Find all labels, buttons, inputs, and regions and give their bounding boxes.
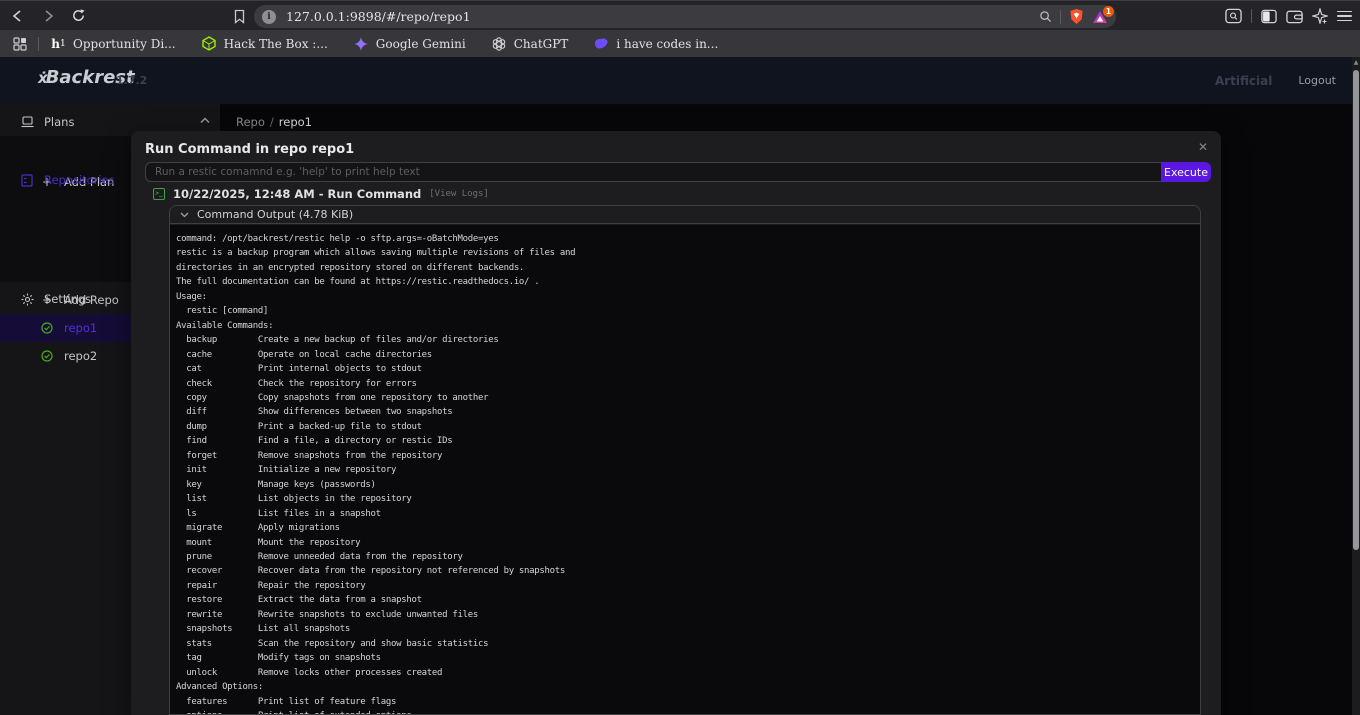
sidebar-search-icon[interactable] (1225, 8, 1242, 24)
url-text[interactable]: 127.0.0.1:9898/#/repo/repo1 (286, 9, 1039, 24)
command-input[interactable] (145, 162, 1161, 182)
wallet-icon[interactable] (1286, 9, 1303, 24)
bookmarks-bar: h1 Opportunity Di... Hack The Box :... G… (0, 30, 1360, 57)
laptop-icon (20, 116, 34, 128)
repo2-label: repo2 (64, 349, 97, 363)
command-output-body[interactable]: command: /opt/backrest/restic help -o sf… (170, 225, 1200, 714)
breadcrumb-section[interactable]: Repo (236, 115, 265, 129)
divider (1060, 10, 1061, 24)
hackerone-icon: h1 (51, 36, 66, 51)
bookmark-label: Hack The Box :... (224, 37, 328, 51)
settings-label: Settings (44, 292, 91, 306)
bookmark-gemini[interactable]: Google Gemini (354, 36, 466, 51)
divider (38, 37, 39, 51)
check-circle-icon (40, 350, 54, 362)
command-output-header[interactable]: Command Output (4.78 KiB) (170, 206, 1200, 224)
divider (1251, 9, 1252, 23)
terminal-icon: >_ (153, 188, 165, 200)
gemini-star-icon (354, 36, 369, 51)
address-bar[interactable]: i 127.0.0.1:9898/#/repo/repo1 1 (254, 5, 1116, 28)
command-output-text: command: /opt/backrest/restic help -o sf… (170, 225, 1200, 715)
username-label: Artificial (1215, 74, 1272, 88)
bookmark-chatgpt[interactable]: ChatGPT (492, 36, 569, 51)
command-output-panel: Command Output (4.78 KiB) command: /opt/… (169, 205, 1201, 715)
split-view-icon[interactable] (1261, 9, 1277, 24)
reload-button[interactable] (66, 4, 90, 28)
browser-toolbar: i 127.0.0.1:9898/#/repo/repo1 1 (0, 0, 1360, 30)
modal-title: Run Command in repo repo1 (145, 142, 354, 157)
backrest-header: ẋBackrest 1.7.2 Artificial Logout (0, 57, 1360, 104)
scrollbar-thumb[interactable] (1353, 70, 1359, 550)
scroll-up-arrow[interactable]: ▲ (1352, 59, 1360, 66)
view-logs-link[interactable]: [View Logs] (429, 189, 489, 199)
bookmark-opportunity[interactable]: h1 Opportunity Di... (51, 36, 176, 51)
chevron-up-icon[interactable] (200, 117, 210, 124)
search-icon[interactable] (1039, 10, 1052, 23)
forward-icon (41, 9, 55, 23)
operation-title: 10/22/2025, 12:48 AM - Run Command (173, 187, 421, 201)
check-circle-icon (40, 322, 54, 334)
site-info-icon[interactable]: i (262, 10, 276, 24)
bookmark-label: Opportunity Di... (73, 37, 176, 51)
bookmark-hackthebox[interactable]: Hack The Box :... (202, 36, 328, 51)
logout-link[interactable]: Logout (1298, 74, 1336, 87)
bookmark-label: ChatGPT (514, 37, 569, 51)
page-scrollbar[interactable]: ▲ (1352, 57, 1360, 715)
openai-knot-icon (492, 36, 507, 51)
back-icon (11, 9, 25, 23)
output-header-label: Command Output (4.78 KiB) (197, 208, 353, 221)
operation-log-row: >_ 10/22/2025, 12:48 AM - Run Command [V… (153, 186, 489, 202)
chevron-down-icon (180, 212, 189, 218)
bookmark-this-page-button[interactable] (228, 5, 250, 27)
brave-rewards-button[interactable]: 1 (1092, 10, 1108, 24)
tab-groups-button[interactable] (8, 32, 32, 56)
grid-icon (13, 37, 27, 51)
gear-icon (20, 293, 34, 306)
deepseek-whale-icon (594, 36, 609, 51)
hackthebox-cube-icon (202, 36, 217, 51)
run-command-modal: Run Command in repo repo1 ✕ Execute >_ 1… (131, 131, 1221, 715)
repositories-label: Repositories (44, 173, 115, 187)
leo-ai-sparkle-icon[interactable] (1312, 8, 1328, 24)
breadcrumb-current: repo1 (279, 115, 312, 129)
back-button[interactable] (6, 4, 30, 28)
execute-button[interactable]: Execute (1161, 162, 1211, 182)
reload-icon (71, 8, 86, 23)
breadcrumb: Repo/repo1 (236, 115, 312, 129)
close-icon[interactable]: ✕ (1195, 139, 1211, 155)
app-version: 1.7.2 (116, 74, 147, 87)
plans-label: Plans (44, 115, 74, 129)
bookmark-i-have-codes[interactable]: i have codes in... (594, 36, 718, 51)
rewards-badge: 1 (1103, 6, 1114, 17)
menu-button[interactable] (1337, 11, 1352, 22)
database-icon (20, 174, 34, 187)
brave-shield-icon[interactable] (1069, 8, 1084, 25)
bookmark-label: i have codes in... (616, 37, 718, 51)
bookmark-icon (233, 9, 246, 24)
bookmark-label: Google Gemini (376, 37, 466, 51)
forward-button[interactable] (36, 4, 60, 28)
repo1-label: repo1 (64, 321, 97, 335)
